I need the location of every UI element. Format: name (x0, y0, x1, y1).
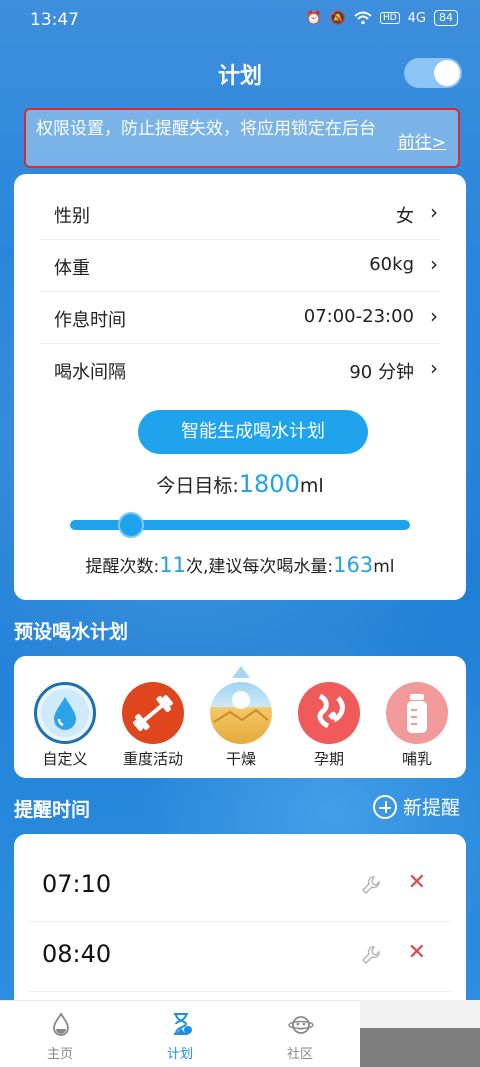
advice-amount: 163 (333, 553, 374, 577)
target-label: 今日目标: (156, 475, 239, 497)
bottom-tab-bar: 主页 计划 社区 (0, 1000, 360, 1067)
chevron-right-icon: › (430, 304, 438, 328)
reminder-row: 07:10 ✕ (28, 852, 452, 922)
setting-row-weight[interactable]: 体重 60kg › (40, 240, 440, 292)
advice-mid: 次,建议每次喝水量: (185, 557, 334, 577)
setting-value: 60kg (369, 254, 414, 275)
alarm-icon: ⏰ (305, 10, 322, 26)
target-unit: ml (299, 475, 324, 497)
reminder-time[interactable]: 07:10 (42, 870, 111, 898)
hd-icon: HD (379, 12, 400, 24)
status-time: 13:47 (30, 10, 79, 30)
new-reminder-button[interactable]: 新提醒 (372, 793, 460, 820)
preset-custom[interactable]: 自定义 (20, 656, 110, 778)
preset-name: 重度活动 (122, 750, 183, 768)
tab-home[interactable]: 主页 (0, 1001, 120, 1067)
banner-message: 权限设置，防止提醒失效，将应用锁定在后台 (36, 119, 376, 139)
status-icons: ⏰ 🔕 HD 4G 84 (306, 10, 458, 26)
new-reminder-label: 新提醒 (402, 797, 460, 819)
network-indicator: 4G (407, 10, 426, 26)
setting-row-gender[interactable]: 性别 女 › (40, 188, 440, 240)
chevron-right-icon: › (430, 356, 438, 380)
hourglass-icon (174, 1013, 192, 1035)
tab-plan[interactable]: 计划 (120, 1001, 240, 1067)
wrench-icon[interactable] (360, 944, 382, 966)
baby-bottle-icon (386, 682, 448, 744)
setting-label: 作息时间 (54, 310, 126, 331)
setting-value: 女 (396, 206, 414, 227)
preset-dry[interactable]: 干燥 (196, 656, 286, 778)
settings-card: 性别 女 › 体重 60kg › 作息时间 07:00-23:00 › 喝水间隔… (14, 174, 466, 600)
setting-label: 体重 (54, 258, 90, 279)
reminder-advice: 提醒次数:11次,建议每次喝水量:163ml (14, 552, 466, 577)
toggle-knob (434, 60, 460, 86)
chevron-right-icon: › (430, 252, 438, 276)
advice-unit: ml (373, 557, 395, 577)
plan-toggle[interactable] (404, 58, 462, 88)
battery-icon: 84 (434, 10, 458, 26)
reminders-card: 07:10 ✕ 08:40 ✕ (14, 834, 466, 1014)
permission-banner[interactable]: 权限设置，防止提醒失效，将应用锁定在后台 前往> (24, 108, 460, 168)
pregnancy-icon (298, 682, 360, 744)
preset-heavy-activity[interactable]: 重度活动 (108, 656, 198, 778)
setting-label: 性别 (54, 206, 90, 227)
banner-go-link[interactable]: 前往> (398, 128, 446, 153)
setting-row-interval[interactable]: 喝水间隔 90 分钟 › (40, 344, 440, 396)
tab-community[interactable]: 社区 (240, 1001, 360, 1067)
preset-name: 干燥 (225, 750, 256, 768)
mute-icon: 🔕 (329, 10, 346, 26)
tab-label: 计划 (166, 1047, 193, 1062)
corner-overlay (360, 1000, 480, 1067)
desert-icon (210, 682, 272, 744)
reminder-time[interactable]: 08:40 (42, 940, 111, 968)
generate-plan-button[interactable]: 智能生成喝水计划 (138, 410, 368, 454)
preset-pregnancy[interactable]: 孕期 (284, 656, 374, 778)
target-value: 1800 (238, 470, 300, 498)
daily-target: 今日目标:1800ml (14, 470, 466, 498)
advice-count: 11 (159, 553, 186, 577)
reminder-row: 08:40 ✕ (28, 922, 452, 992)
preset-name: 孕期 (313, 750, 344, 768)
water-drop-icon (34, 682, 96, 744)
delete-icon[interactable]: ✕ (408, 870, 426, 895)
reminders-title: 提醒时间 (14, 799, 91, 821)
setting-value: 07:00-23:00 (303, 306, 414, 327)
status-bar: 13:47 ⏰ 🔕 HD 4G 84 (0, 0, 480, 40)
preset-name: 哺乳 (401, 750, 432, 768)
advice-prefix: 提醒次数: (85, 557, 160, 577)
dumbbell-icon (122, 682, 184, 744)
preset-name: 自定义 (42, 750, 88, 768)
setting-row-schedule[interactable]: 作息时间 07:00-23:00 › (40, 292, 440, 344)
planet-icon (288, 1016, 314, 1034)
preset-pointer (232, 666, 250, 678)
wrench-icon[interactable] (360, 874, 382, 896)
chevron-right-icon: › (430, 200, 438, 224)
tab-label: 社区 (286, 1047, 313, 1062)
presets-title: 预设喝水计划 (14, 621, 129, 643)
tab-label: 主页 (46, 1047, 73, 1062)
wifi-icon (354, 11, 372, 25)
setting-value: 90 分钟 (349, 362, 414, 383)
drop-home-icon (53, 1012, 69, 1036)
delete-icon[interactable]: ✕ (408, 940, 426, 965)
presets-card: 自定义 重度活动 干燥 孕期 哺乳 (14, 656, 466, 778)
target-slider-thumb[interactable] (118, 512, 145, 538)
setting-label: 喝水间隔 (54, 362, 126, 383)
header: 计划 (0, 48, 480, 100)
preset-breastfeeding[interactable]: 哺乳 (372, 656, 462, 778)
plus-circle-icon (372, 794, 397, 819)
